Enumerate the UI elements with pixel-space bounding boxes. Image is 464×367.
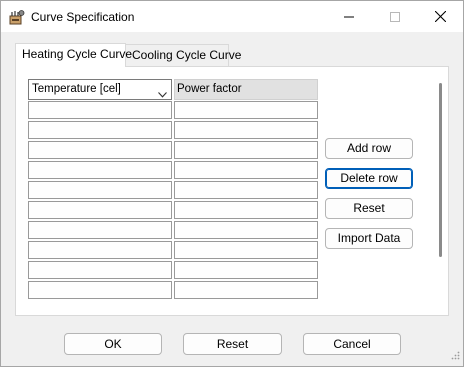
maximize-icon xyxy=(390,11,400,22)
table-cell-temperature[interactable] xyxy=(28,281,172,299)
ok-button[interactable]: OK xyxy=(64,333,162,355)
table-cell-power-factor[interactable] xyxy=(174,161,318,179)
table-cell-power-factor[interactable] xyxy=(174,141,318,159)
table-cell-temperature[interactable] xyxy=(28,181,172,199)
table-cell-temperature[interactable] xyxy=(28,241,172,259)
table-cell-power-factor[interactable] xyxy=(174,181,318,199)
table-cell-temperature[interactable] xyxy=(28,161,172,179)
reset-table-label: Reset xyxy=(353,201,385,215)
tab-label: Cooling Cycle Curve xyxy=(132,48,242,62)
table-cell-power-factor[interactable] xyxy=(174,261,318,279)
cancel-button[interactable]: Cancel xyxy=(303,333,401,355)
table-cell-power-factor[interactable] xyxy=(174,101,318,119)
table-cell-power-factor[interactable] xyxy=(174,201,318,219)
maximize-button[interactable] xyxy=(372,1,418,32)
import-data-label: Import Data xyxy=(337,231,401,245)
reset-label: Reset xyxy=(216,337,249,351)
reset-table-button[interactable]: Reset xyxy=(325,198,413,219)
close-button[interactable] xyxy=(417,1,463,32)
table-cell-power-factor[interactable] xyxy=(174,281,318,299)
cancel-label: Cancel xyxy=(333,337,371,351)
table-cell-temperature[interactable] xyxy=(28,101,172,119)
vertical-scrollbar[interactable] xyxy=(439,83,442,257)
dialog-window: Curve Specification Heating Cycle Curve … xyxy=(0,0,464,367)
tab-panel: Temperature [cel] Power factor Add row D… xyxy=(15,66,449,316)
delete-row-button[interactable]: Delete row xyxy=(325,168,413,189)
close-icon xyxy=(434,11,446,22)
window-title: Curve Specification xyxy=(31,10,135,24)
column-quantity-select[interactable]: Temperature [cel] xyxy=(28,79,172,100)
column-quantity-value: Temperature [cel] xyxy=(32,83,121,95)
add-row-label: Add row xyxy=(346,141,392,155)
tab-cooling-cycle-curve[interactable]: Cooling Cycle Curve xyxy=(125,44,241,66)
table-cell-temperature[interactable] xyxy=(28,121,172,139)
table-cell-power-factor[interactable] xyxy=(174,241,318,259)
column-header-power-factor: Power factor xyxy=(174,79,318,100)
gear-settings-icon xyxy=(9,9,25,25)
add-row-button[interactable]: Add row xyxy=(325,138,413,159)
reset-button[interactable]: Reset xyxy=(183,333,282,355)
minimize-icon xyxy=(344,16,354,17)
delete-row-label: Delete row xyxy=(340,171,398,185)
resize-grip-icon[interactable] xyxy=(450,349,460,363)
tab-label: Heating Cycle Curve xyxy=(22,47,133,61)
table-cell-power-factor[interactable] xyxy=(174,121,318,139)
ok-label: OK xyxy=(104,337,122,351)
table-cell-temperature[interactable] xyxy=(28,261,172,279)
table-cell-temperature[interactable] xyxy=(28,141,172,159)
column-header-label: Power factor xyxy=(177,83,242,95)
import-data-button[interactable]: Import Data xyxy=(325,228,413,249)
table-cell-temperature[interactable] xyxy=(28,221,172,239)
table-cell-temperature[interactable] xyxy=(28,201,172,219)
table-cell-power-factor[interactable] xyxy=(174,221,318,239)
minimize-button[interactable] xyxy=(326,1,372,32)
title-bar: Curve Specification xyxy=(1,1,463,32)
tab-heating-cycle-curve[interactable]: Heating Cycle Curve xyxy=(15,43,132,67)
